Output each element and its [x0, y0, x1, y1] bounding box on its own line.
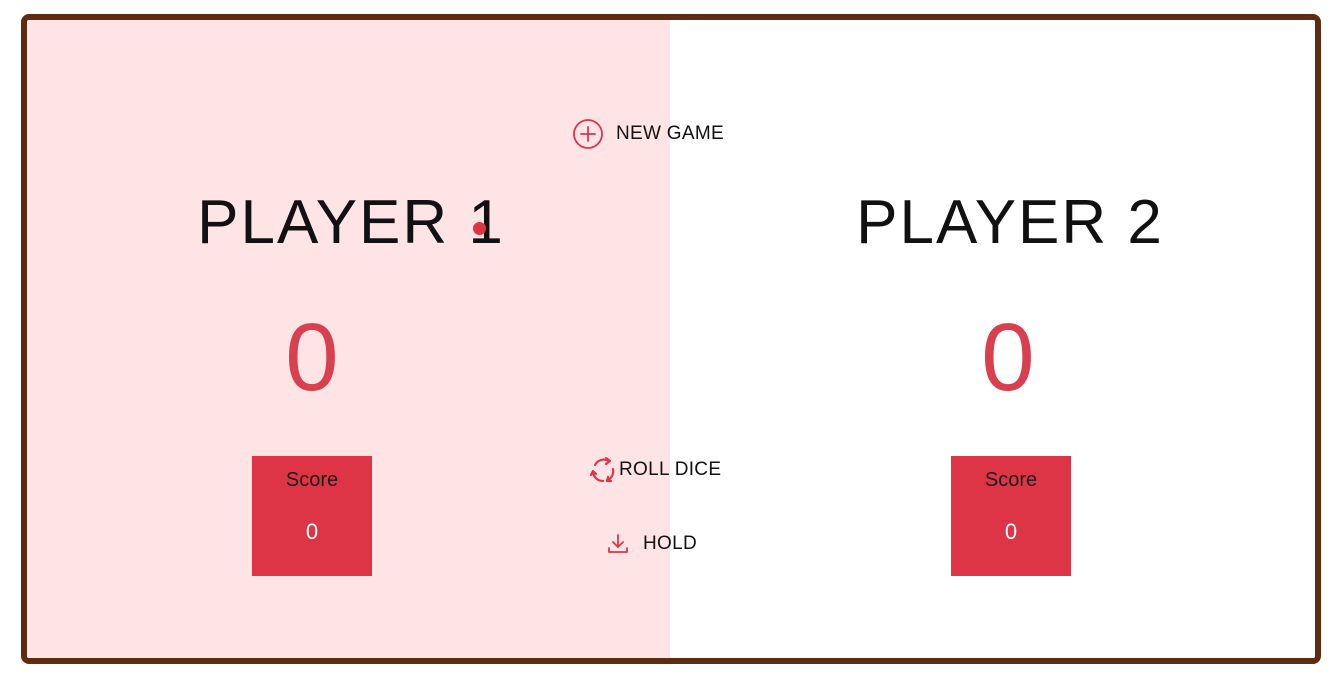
player-2-total-score: 0 — [981, 304, 1035, 411]
plus-circle-icon — [572, 118, 604, 150]
game-board: PLAYER 1 0 Score 0 PLAYER 2 0 Score 0 NE… — [21, 14, 1321, 664]
player-1-panel: PLAYER 1 0 Score 0 — [27, 20, 670, 658]
player-1-current-score-box: Score 0 — [252, 456, 372, 576]
new-game-label: NEW GAME — [616, 123, 724, 144]
player-1-total-score: 0 — [285, 304, 339, 411]
player-2-current-score: 0 — [1004, 519, 1018, 544]
player-1-name: PLAYER 1 — [197, 188, 505, 257]
roll-dice-button[interactable]: ROLL DICE — [589, 454, 721, 486]
player-2-panel: PLAYER 2 0 Score 0 — [670, 20, 1315, 658]
active-player-indicator-icon — [473, 222, 486, 235]
new-game-button[interactable]: NEW GAME — [572, 118, 724, 150]
roll-dice-label: ROLL DICE — [619, 459, 722, 480]
hold-label: HOLD — [643, 533, 697, 554]
player-2-current-label: Score — [984, 469, 1038, 491]
hold-button[interactable]: HOLD — [607, 532, 697, 556]
player-1-current-label: Score — [285, 469, 339, 491]
download-icon — [607, 532, 629, 556]
player-2-name: PLAYER 2 — [856, 188, 1164, 257]
player-2-current-score-box: Score 0 — [951, 456, 1071, 576]
refresh-icon — [589, 454, 617, 486]
player-1-current-score: 0 — [305, 519, 319, 544]
